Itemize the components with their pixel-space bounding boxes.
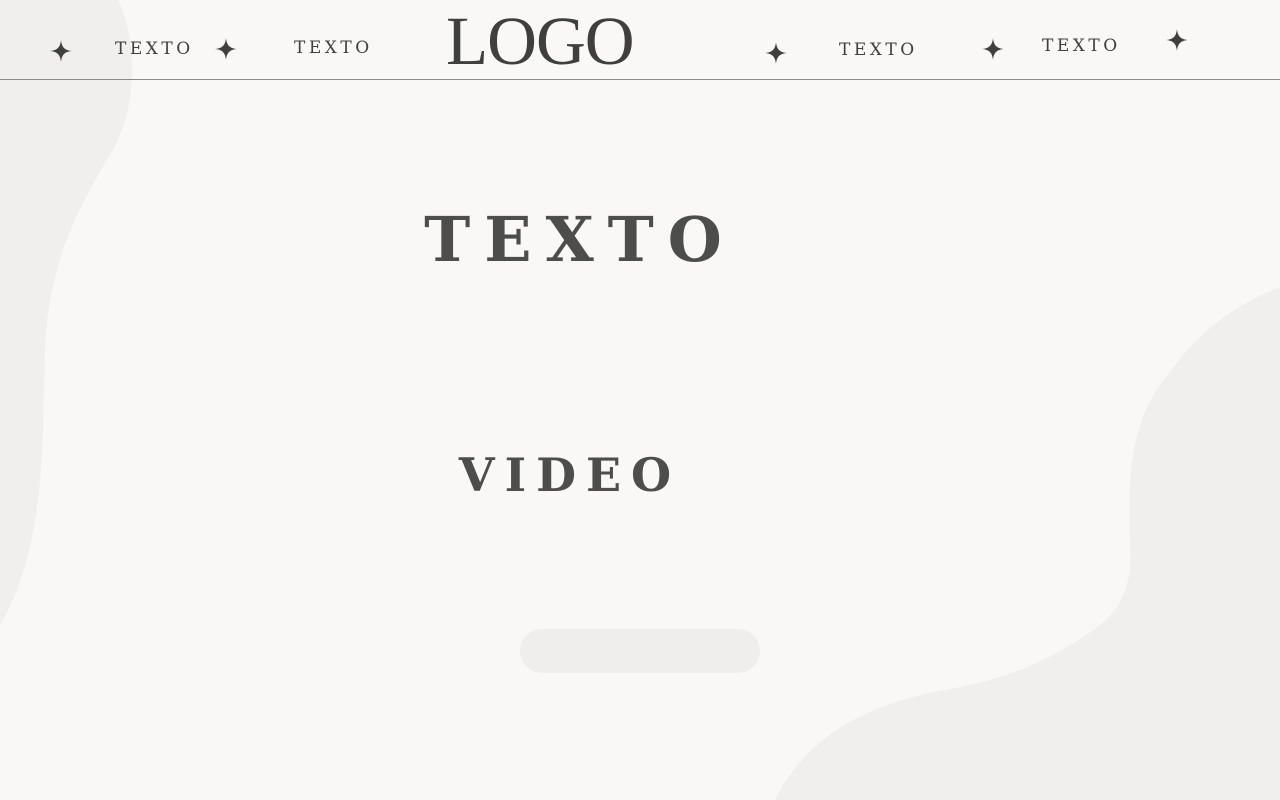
background-shapes [0, 0, 1280, 800]
cta-button[interactable] [520, 629, 760, 673]
logo[interactable]: LOGO [446, 6, 666, 76]
sparkle-icon [50, 40, 72, 62]
nav-link-1[interactable]: TEXTO [115, 39, 194, 59]
nav-link-3[interactable]: TEXTO [839, 40, 918, 60]
sparkle-icon [215, 38, 237, 60]
header-divider [0, 79, 1280, 80]
left-blob [0, 0, 133, 625]
hero-title: TEXTO [424, 203, 736, 276]
sparkle-icon [1166, 29, 1188, 51]
nav-link-4[interactable]: TEXTO [1042, 36, 1121, 56]
sparkle-icon [765, 42, 787, 64]
right-blob [775, 287, 1280, 800]
sparkle-icon [982, 38, 1004, 60]
nav-link-2[interactable]: TEXTO [294, 38, 373, 58]
site-header: TEXTO TEXTO LOGO TEXTO TEXTO [0, 0, 1280, 80]
video-placeholder-label: VIDEO [458, 448, 682, 502]
